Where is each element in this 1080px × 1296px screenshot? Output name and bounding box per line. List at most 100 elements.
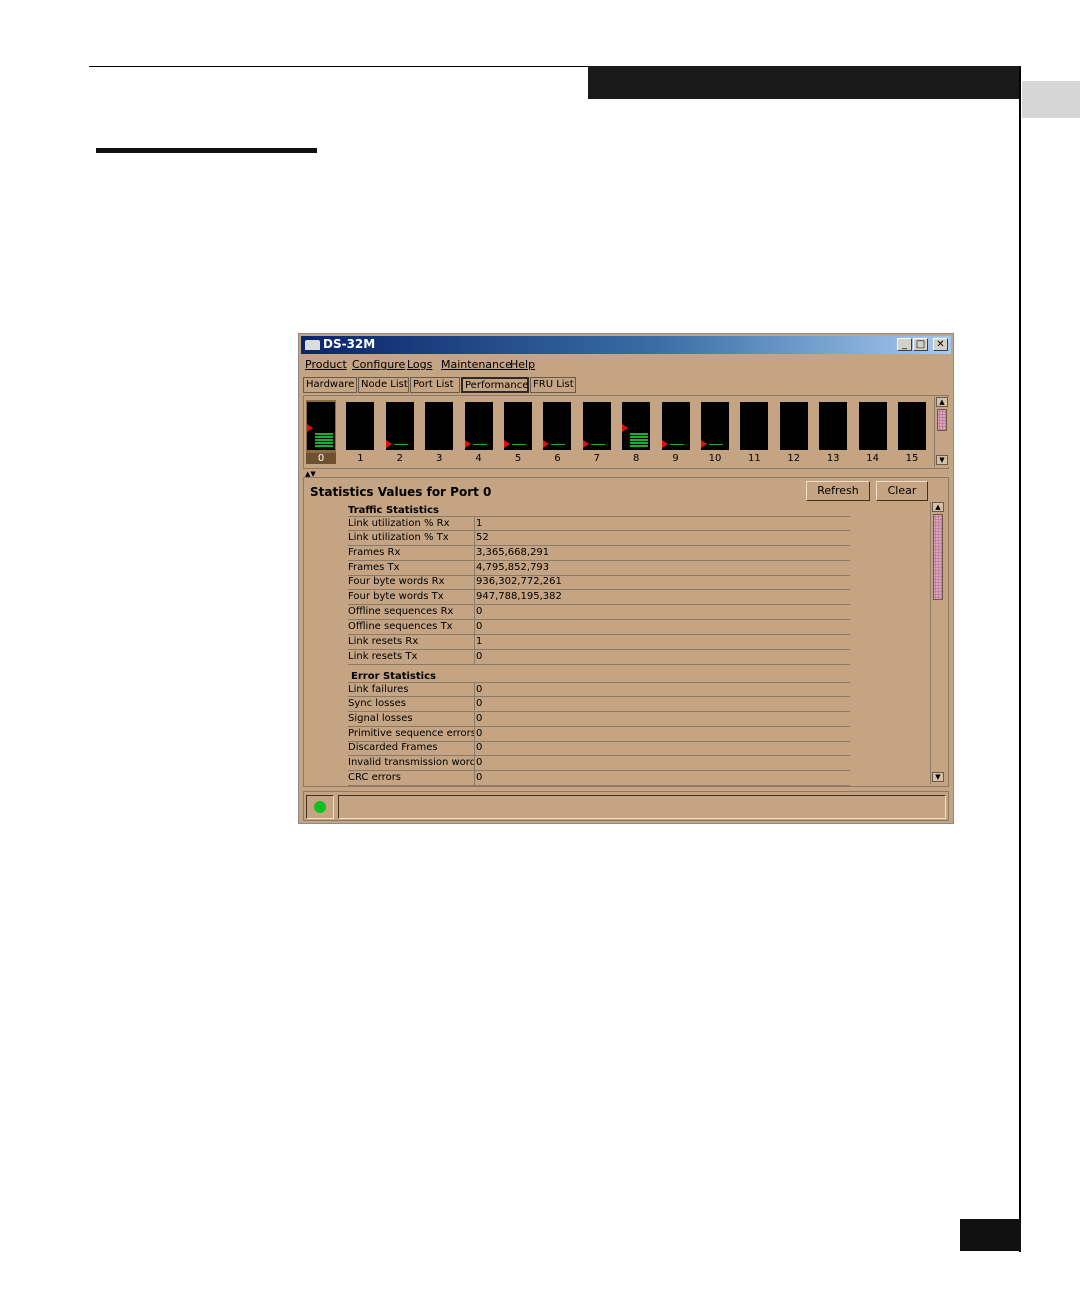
clear-button[interactable]: Clear [876, 481, 928, 501]
port-2[interactable]: 2 [385, 400, 415, 464]
menu-logs[interactable]: Logs [407, 358, 432, 371]
statistics-title: Statistics Values for Port 0 [310, 485, 492, 499]
stat-value: 1 [476, 635, 483, 647]
port-4[interactable]: 4 [464, 400, 494, 464]
port-activity-graph [779, 402, 808, 450]
port-scrollbar[interactable]: ▲ ▼ [934, 397, 949, 467]
port-indicator-icon [307, 424, 313, 432]
port-activity-graph [858, 402, 887, 450]
port-7[interactable]: 7 [582, 400, 612, 464]
menu-help[interactable]: Help [510, 358, 535, 371]
menu-maintenance[interactable]: Maintenance [441, 358, 512, 371]
port-activity-graph [425, 402, 454, 450]
page-top-rule [89, 66, 589, 67]
window-title: DS-32M [323, 337, 376, 351]
port-3[interactable]: 3 [424, 400, 454, 464]
traffic-stat-row: Link utilization % Rx 1 [348, 516, 850, 531]
port-number-label: 13 [826, 453, 840, 464]
switch-icon [305, 340, 320, 350]
close-button[interactable]: ✕ [933, 338, 948, 351]
error-stat-row: CRC errors 0 [348, 771, 850, 787]
stat-value: 0 [476, 650, 483, 662]
port-5[interactable]: 5 [503, 400, 533, 464]
stat-label: Offline sequences Rx [348, 605, 475, 620]
port-activity-graph [740, 402, 769, 450]
traffic-stat-row: Frames Rx 3,365,668,291 [348, 545, 850, 561]
activity-bar [472, 444, 487, 445]
activity-bar-segment [315, 439, 333, 441]
activity-bar-segment [315, 445, 333, 447]
error-stat-row: Sync losses 0 [348, 696, 850, 712]
tab-fru-list[interactable]: FRU List [530, 377, 576, 393]
activity-bar [590, 444, 605, 445]
port-9[interactable]: 9 [661, 400, 691, 464]
tab-performance[interactable]: Performance [461, 377, 529, 393]
scroll-up-arrow-icon[interactable]: ▲ [936, 397, 948, 407]
activity-bar-segment [630, 442, 649, 444]
activity-bar-segment [315, 442, 333, 444]
port-indicator-icon [661, 440, 668, 448]
activity-bar [669, 444, 684, 445]
port-number-label: 2 [396, 453, 403, 464]
tab-port-list[interactable]: Port List [410, 377, 460, 393]
maximize-button[interactable]: □ [913, 338, 928, 351]
page-section-bar [96, 148, 317, 153]
page-right-rule [1019, 66, 1021, 1252]
stat-label: Primitive sequence errors [348, 726, 475, 741]
port-15[interactable]: 15 [897, 400, 927, 464]
status-indicator [306, 795, 334, 819]
activity-bar-segment [315, 436, 333, 438]
port-14[interactable]: 14 [858, 400, 888, 464]
stat-label: Link failures [348, 683, 475, 697]
port-indicator-icon [543, 440, 550, 448]
port-number-label: 8 [633, 453, 640, 464]
stat-label: Link utilization % Tx [348, 530, 475, 545]
traffic-stat-row: Four byte words Tx 947,788,195,382 [348, 590, 850, 606]
stat-label: Link utilization % Rx [348, 517, 475, 531]
port-number-label: 4 [475, 453, 482, 464]
port-8[interactable]: 8 [621, 400, 651, 464]
port-10[interactable]: 10 [700, 400, 730, 464]
port-number-label: 5 [514, 453, 522, 464]
status-message-field [338, 795, 946, 819]
port-activity-graph [385, 402, 414, 450]
port-scroll-thumb[interactable] [937, 409, 947, 431]
port-6[interactable]: 6 [542, 400, 572, 464]
error-statistics-heading: Error Statistics [351, 671, 436, 682]
stat-value: 1 [476, 518, 483, 529]
scroll-down-arrow-icon[interactable]: ▼ [936, 455, 948, 465]
menu-product[interactable]: Product [305, 358, 347, 371]
port-number-label: 11 [748, 453, 761, 464]
port-number-label: 7 [593, 453, 600, 464]
refresh-button[interactable]: Refresh [806, 481, 870, 501]
port-activity-graph [582, 402, 611, 450]
stats-scroll-thumb[interactable] [933, 514, 943, 600]
stat-value: 0 [476, 727, 483, 739]
port-11[interactable]: 11 [739, 400, 769, 464]
port-1[interactable]: 1 [345, 400, 375, 464]
page-number-tab [960, 1219, 1021, 1251]
traffic-stat-row: Four byte words Rx 936,302,772,261 [348, 575, 850, 591]
tab-node-list[interactable]: Node List [358, 377, 409, 393]
tab-hardware[interactable]: Hardware [303, 377, 357, 393]
activity-bar-segment [315, 433, 333, 435]
port-12[interactable]: 12 [779, 400, 809, 464]
stat-label: CRC errors [348, 771, 475, 786]
stat-label: Discarded Frames [348, 741, 475, 756]
title-bar[interactable]: DS-32M _ □ ✕ [301, 336, 951, 354]
port-13[interactable]: 13 [818, 400, 848, 464]
traffic-stat-row: Link resets Tx 0 [348, 649, 850, 665]
port-activity-graph [701, 402, 729, 450]
menu-configure[interactable]: Configure [352, 358, 405, 371]
stat-label: Sync losses [348, 696, 475, 711]
stat-value: 0 [476, 606, 483, 618]
minimize-button[interactable]: _ [897, 338, 912, 351]
port-0[interactable]: 0 [306, 400, 336, 464]
stats-scroll-up-arrow-icon[interactable]: ▲ [932, 502, 944, 512]
statistics-panel: Statistics Values for Port 0 Refresh Cle… [303, 477, 949, 787]
stat-value: 0 [476, 712, 483, 724]
port-indicator-icon [622, 424, 629, 432]
port-indicator-icon [582, 440, 589, 448]
statistics-scrollbar[interactable]: ▲ ▼ [930, 502, 945, 784]
stats-scroll-down-arrow-icon[interactable]: ▼ [932, 772, 944, 782]
